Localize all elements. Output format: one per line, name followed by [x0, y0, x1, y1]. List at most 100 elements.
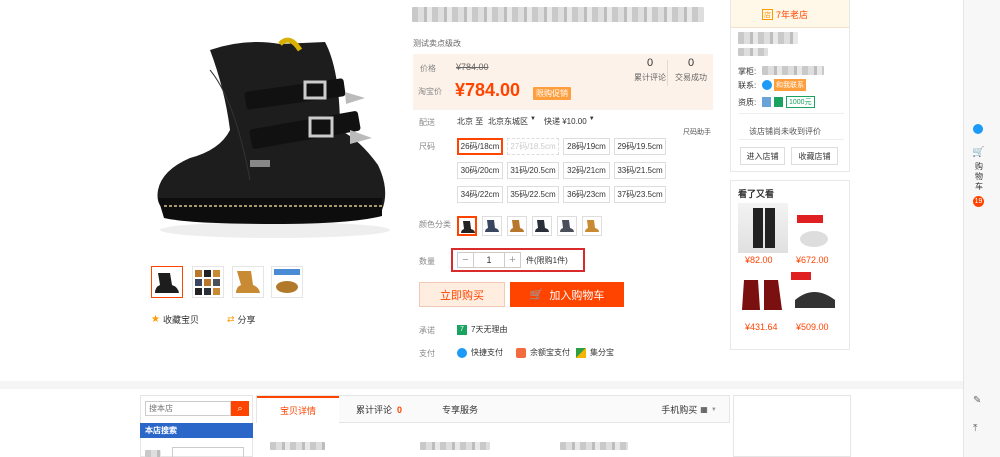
color-swatch[interactable] — [532, 216, 552, 236]
mobile-buy-label: 手机购买 — [661, 405, 698, 415]
buy-now-button[interactable]: 立即购买 — [419, 282, 505, 307]
product-main-image[interactable] — [150, 30, 400, 245]
shop-years-label: 7年老店 — [776, 10, 809, 20]
back-to-top-icon[interactable]: ⤒ — [973, 423, 977, 434]
side-toolbar — [963, 0, 1000, 457]
thumbnail-3[interactable] — [232, 266, 264, 298]
recommend-image-4[interactable] — [789, 270, 839, 320]
payment-quick[interactable]: 快捷支付 — [457, 347, 503, 358]
quantity-minus-button[interactable]: − — [457, 252, 474, 268]
share-button[interactable]: ⇄ 分享 — [227, 313, 256, 326]
qrcode-icon: ▦ — [700, 405, 708, 414]
cart-icon: 🛒 — [529, 289, 544, 301]
size-option[interactable]: 37码/23.5cm — [614, 186, 666, 203]
thumbnail-4[interactable] — [271, 266, 303, 298]
promo-price: ¥784.00 — [455, 80, 521, 100]
edit-icon[interactable]: ✎ — [973, 395, 981, 406]
deposit-icon — [774, 97, 783, 107]
color-swatch[interactable] — [457, 216, 477, 236]
size-helper-link[interactable]: 尺码助手 — [683, 127, 711, 137]
color-label: 颜色分类 — [419, 220, 451, 229]
payment-method-label: 余额宝支付 — [530, 348, 570, 357]
shop-years: 店 7年老店 — [762, 8, 808, 21]
cart-icon[interactable]: 🛒 — [972, 147, 984, 158]
owner-name — [762, 66, 824, 75]
caret-down-icon: ▼ — [710, 406, 717, 413]
add-to-cart-label: 加入购物车 — [549, 289, 605, 302]
owner-label: 掌柜: — [738, 67, 757, 76]
recommend-price-3: ¥431.64 — [745, 322, 778, 332]
caret-down-icon: ▼ — [530, 116, 536, 122]
favorite-label: 收藏宝贝 — [162, 315, 199, 325]
favorite-button[interactable]: ★ 收藏宝贝 — [151, 313, 199, 326]
keyword-input[interactable] — [172, 447, 244, 457]
promise-label: 承诺 — [419, 326, 435, 335]
size-option: 27码/18.5cm — [507, 138, 559, 155]
color-swatch[interactable] — [507, 216, 527, 236]
tab-details[interactable]: 宝贝详情 — [257, 396, 339, 423]
search-field-label — [145, 450, 161, 457]
favorite-shop-button[interactable]: 收藏店铺 — [791, 147, 838, 165]
payment-method-label: 集分宝 — [590, 348, 614, 357]
service-icon[interactable] — [973, 124, 983, 134]
add-to-cart-button[interactable]: 🛒 加入购物车 — [510, 282, 624, 307]
size-option[interactable]: 29码/19.5cm — [614, 138, 666, 155]
tab-reviews[interactable]: 累计评论 0 — [339, 396, 419, 423]
recommend-price-2: ¥672.00 — [796, 255, 829, 265]
recommend-title: 看了又看 — [738, 189, 775, 199]
quantity-plus-button[interactable]: + — [504, 252, 521, 268]
jifenbao-icon — [576, 347, 586, 358]
trade-label: 交易成功 — [675, 73, 707, 82]
size-option[interactable]: 34码/22cm — [457, 186, 503, 203]
shop-divider — [738, 139, 844, 140]
size-option[interactable]: 32码/21cm — [563, 162, 610, 179]
shop-search-input[interactable] — [145, 401, 231, 416]
shipping-select[interactable]: 快递 ¥10.00 ▼ — [544, 116, 595, 127]
payment-yuebao[interactable]: 余额宝支付 — [516, 347, 570, 358]
deposit-value: 1000元 — [786, 96, 815, 108]
payment-method-label: 快捷支付 — [471, 348, 503, 357]
delivery-destination[interactable]: 北京东城区 ▼ — [488, 116, 536, 127]
user-icon — [762, 97, 771, 107]
recommend-price-1: ¥82.00 — [745, 255, 773, 265]
size-option[interactable]: 35码/22.5cm — [507, 186, 559, 203]
recommend-image-1[interactable] — [738, 203, 788, 253]
tab-service[interactable]: 专享服务 — [419, 396, 501, 423]
shop-badge-icon: 店 — [762, 9, 773, 20]
promo-badge: 限购促销 — [533, 87, 571, 100]
sidebar-cart-label[interactable]: 购物车 — [975, 162, 983, 192]
shop-divider — [738, 113, 844, 114]
size-option[interactable]: 30码/20cm — [457, 162, 503, 179]
search-icon[interactable]: ⌕ — [231, 401, 249, 416]
trade-count: 0 — [687, 57, 695, 69]
size-option[interactable]: 33码/21.5cm — [614, 162, 666, 179]
section-divider — [0, 381, 963, 389]
tab-reviews-label: 累计评论 — [355, 405, 392, 415]
wangwang-icon — [762, 80, 772, 90]
thumbnail-2[interactable] — [192, 266, 224, 298]
destination-text: 北京东城区 — [488, 117, 528, 126]
thumbnail-1[interactable] — [151, 266, 183, 298]
color-swatch[interactable] — [557, 216, 577, 236]
color-swatch[interactable] — [582, 216, 602, 236]
contact-button[interactable]: 和我联系 — [762, 79, 806, 91]
size-option[interactable]: 36码/23cm — [563, 186, 610, 203]
color-options — [457, 216, 602, 236]
delivery-from: 北京 至 — [457, 117, 484, 126]
recommend-price-4: ¥509.00 — [796, 322, 829, 332]
recommend-image-2[interactable] — [789, 203, 839, 253]
payment-jifenbao[interactable]: 集分宝 — [576, 347, 614, 358]
size-option[interactable]: 31码/20.5cm — [507, 162, 559, 179]
size-option[interactable]: 26码/18cm — [457, 138, 503, 155]
yuebao-icon — [516, 347, 526, 358]
color-swatch[interactable] — [482, 216, 502, 236]
recommend-image-3[interactable] — [738, 270, 788, 320]
promise-item[interactable]: 7 7天无理由 — [457, 324, 507, 335]
mobile-buy[interactable]: 手机购买 ▦ ▼ — [647, 396, 731, 423]
enter-shop-button[interactable]: 进入店铺 — [740, 147, 785, 165]
quantity-input[interactable]: 1 — [473, 252, 505, 268]
contact-text: 和我联系 — [774, 79, 806, 91]
shop-name[interactable] — [738, 32, 798, 44]
quantity-label: 数量 — [419, 257, 435, 266]
size-option[interactable]: 28码/19cm — [563, 138, 610, 155]
